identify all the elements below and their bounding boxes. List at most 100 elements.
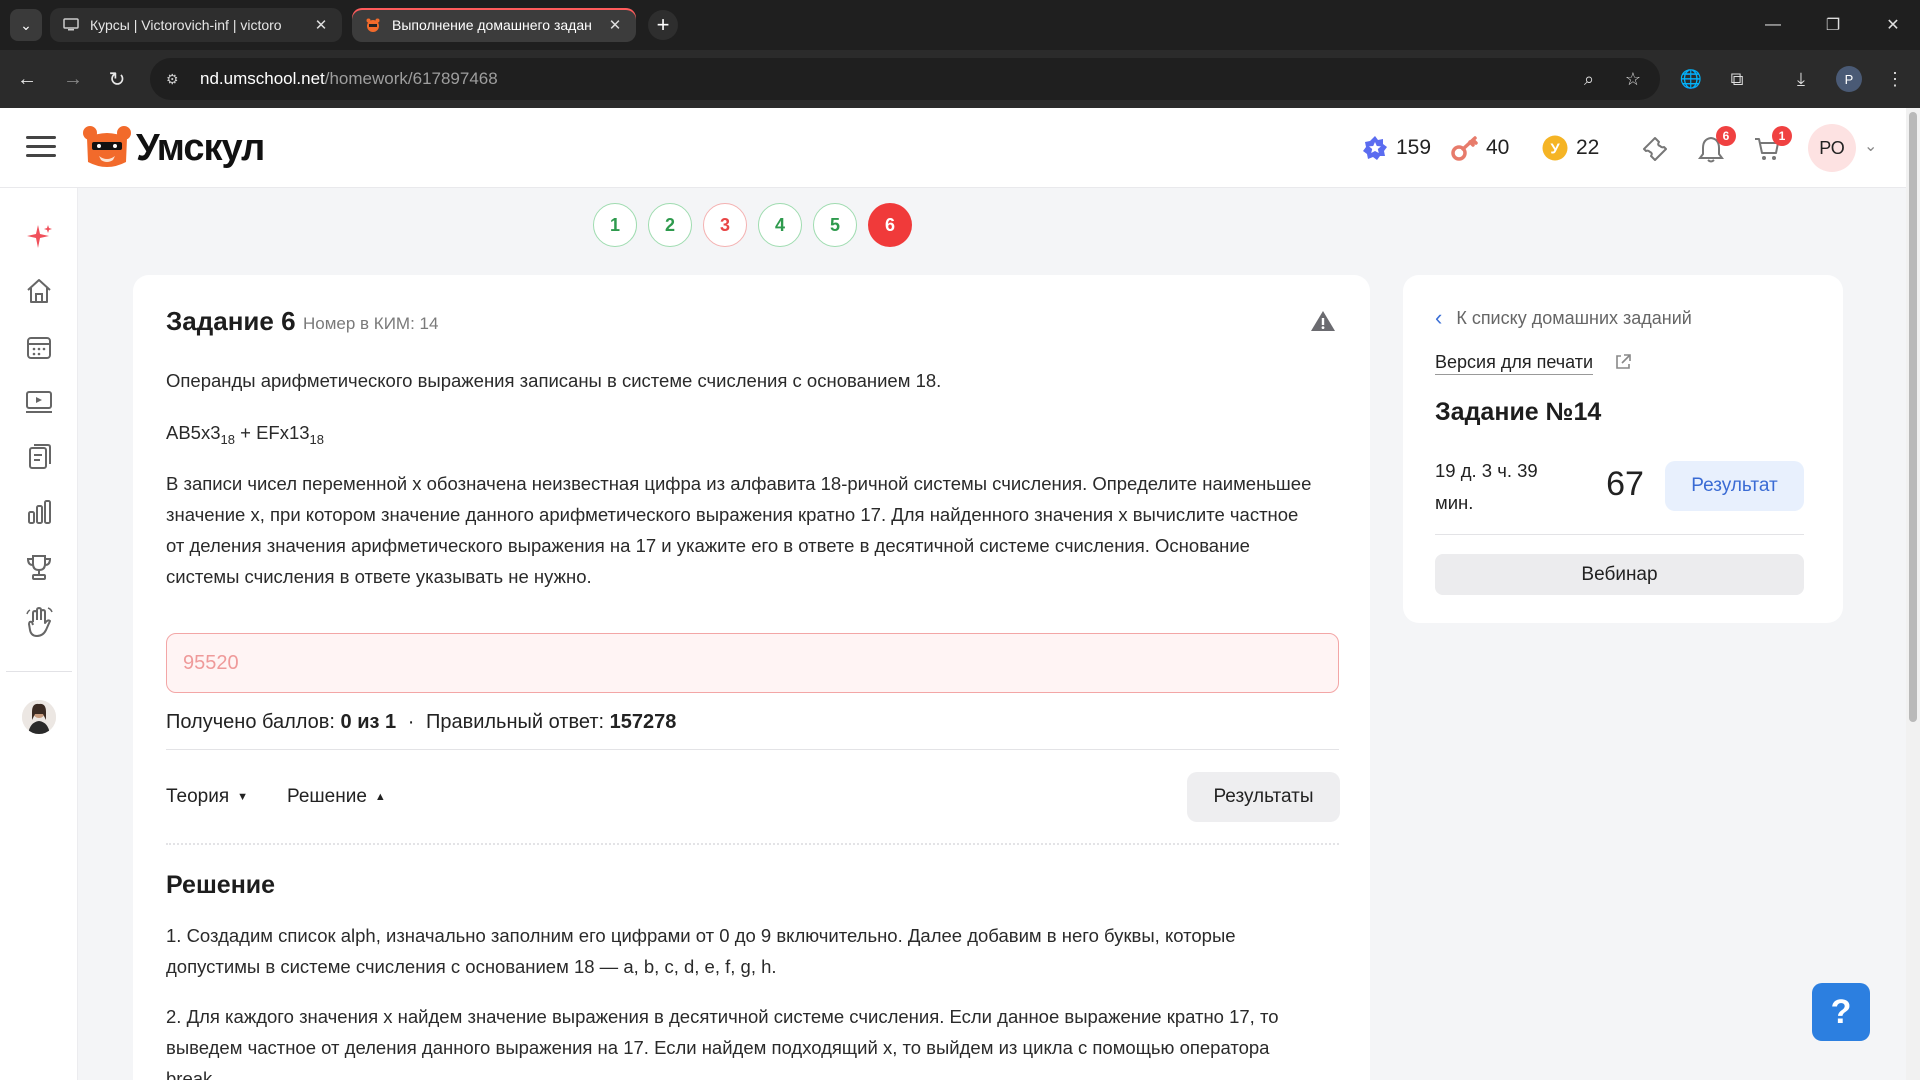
external-link-icon[interactable] xyxy=(1613,352,1633,372)
browser-chrome: ⌄ Курсы | Victorovich-inf | victoro ✕ Вы… xyxy=(0,0,1920,108)
question-nav-5[interactable]: 5 xyxy=(813,203,857,247)
browser-toolbar: ← → ↻ ⚙ nd.umschool.net/homework/6178974… xyxy=(0,50,1920,108)
kim-number: Номер в КИМ: 14 xyxy=(303,314,439,333)
results-button[interactable]: Результаты xyxy=(1187,772,1340,822)
caret-down-icon: ▼ xyxy=(237,791,249,803)
question-nav-3[interactable]: 3 xyxy=(703,203,747,247)
scrollbar-thumb[interactable] xyxy=(1909,112,1917,722)
question-nav-6[interactable]: 6 xyxy=(868,203,912,247)
stars-counter[interactable]: 159 xyxy=(1360,132,1431,164)
close-tab-icon[interactable]: ✕ xyxy=(312,16,330,34)
bell-icon[interactable]: 6 xyxy=(1694,126,1736,166)
close-tab-icon[interactable]: ✕ xyxy=(606,16,624,34)
answer-field[interactable]: 95520 xyxy=(166,633,1339,693)
svg-text:У: У xyxy=(1550,141,1560,158)
chevron-down-icon[interactable]: ⌄ xyxy=(1864,136,1877,156)
waving-hand-icon[interactable] xyxy=(22,605,56,639)
site-settings-icon[interactable]: ⚙ xyxy=(166,71,188,88)
reload-icon[interactable]: ↻ xyxy=(102,64,132,94)
divider xyxy=(1435,534,1804,535)
solution-toggle[interactable]: Решение ▲ xyxy=(287,786,386,808)
zoom-icon[interactable]: ⌕ xyxy=(1578,68,1600,90)
notifications-badge: 6 xyxy=(1716,126,1736,146)
webinar-button[interactable]: Вебинар xyxy=(1435,554,1804,595)
coin-icon: У xyxy=(1540,133,1570,163)
sidebar-divider xyxy=(6,671,72,672)
hamburger-menu-icon[interactable] xyxy=(26,136,56,158)
solution-step-2: 2. Для каждого значения x найдем значени… xyxy=(166,1006,1279,1080)
question-nav-1[interactable]: 1 xyxy=(593,203,637,247)
statistics-icon[interactable] xyxy=(22,495,56,529)
theory-toggle[interactable]: Теория ▼ xyxy=(166,786,248,808)
video-lessons-icon[interactable] xyxy=(22,385,56,419)
ticket-icon[interactable] xyxy=(1638,132,1672,166)
homework-score: 67 xyxy=(1606,465,1644,503)
new-tab-button[interactable]: + xyxy=(648,10,678,40)
browser-profile-avatar[interactable]: P xyxy=(1836,66,1862,92)
bear-favicon-icon xyxy=(364,16,382,34)
print-version-link[interactable]: Версия для печати xyxy=(1435,352,1594,375)
keys-counter[interactable]: 40 xyxy=(1450,132,1509,164)
tab-title: Выполнение домашнего задан xyxy=(392,17,592,33)
keys-count: 40 xyxy=(1486,136,1510,159)
dotted-divider xyxy=(166,843,1339,845)
user-avatar[interactable]: РО xyxy=(1808,124,1856,172)
site-header: Умскул 159 40 У 22 6 1 РО ⌄ xyxy=(0,108,1906,188)
score-summary: Получено баллов: 0 из 1 · Правильный отв… xyxy=(166,711,677,733)
star-badge-icon xyxy=(1360,133,1390,163)
back-to-homework-list-link[interactable]: ‹ К списку домашних заданий xyxy=(1435,305,1692,331)
logo-text: Умскул xyxy=(136,126,265,169)
time-remaining: 19 д. 3 ч. 39 мин. xyxy=(1435,460,1538,513)
monitor-favicon-icon xyxy=(62,16,80,34)
cart-badge: 1 xyxy=(1772,126,1792,146)
help-button[interactable]: ? xyxy=(1812,983,1870,1041)
left-sidebar xyxy=(0,188,78,1080)
bear-logo-icon xyxy=(83,126,131,167)
chevron-left-icon: ‹ xyxy=(1435,305,1443,330)
tab-search-chevron-icon[interactable]: ⌄ xyxy=(10,9,42,41)
extensions-puzzle-icon[interactable]: ⧉ xyxy=(1722,64,1752,94)
umschool-logo[interactable]: Умскул xyxy=(82,122,265,174)
divider xyxy=(166,749,1339,750)
coins-count: 22 xyxy=(1576,136,1600,159)
url-text: nd.umschool.net/homework/617897468 xyxy=(200,69,498,88)
caret-up-icon: ▲ xyxy=(374,791,386,803)
task-body: В записи чисел переменной x обозначена н… xyxy=(166,473,1312,587)
close-window-icon[interactable]: ✕ xyxy=(1870,10,1916,40)
download-icon[interactable]: ⤓ xyxy=(1786,64,1816,94)
bookmark-star-icon[interactable]: ☆ xyxy=(1622,68,1644,90)
address-bar[interactable]: ⚙ nd.umschool.net/homework/617897468 ⌕ ☆ xyxy=(150,58,1660,100)
tab-title: Курсы | Victorovich-inf | victoro xyxy=(90,17,282,33)
trophy-icon[interactable] xyxy=(22,550,56,584)
minimize-icon[interactable]: — xyxy=(1750,10,1796,40)
homework-title: Задание №14 xyxy=(1435,398,1602,426)
task-card: Задание 6 Номер в КИМ: 14 Операнды арифм… xyxy=(133,275,1370,1080)
key-icon xyxy=(1450,133,1480,163)
tab-strip: ⌄ Курсы | Victorovich-inf | victoro ✕ Вы… xyxy=(0,0,1920,50)
cart-icon[interactable]: 1 xyxy=(1750,126,1792,166)
question-nav-4[interactable]: 4 xyxy=(758,203,802,247)
curator-avatar[interactable] xyxy=(22,700,56,734)
question-nav-2[interactable]: 2 xyxy=(648,203,692,247)
home-icon[interactable] xyxy=(22,274,56,308)
result-button[interactable]: Результат xyxy=(1665,461,1804,511)
stars-count: 159 xyxy=(1396,136,1432,159)
translate-globe-icon[interactable]: 🌐 xyxy=(1676,64,1706,94)
back-arrow-icon[interactable]: ← xyxy=(12,64,42,94)
solution-step-1: 1. Создадим список alph, изначально запо… xyxy=(166,925,1236,977)
report-warning-icon[interactable] xyxy=(1310,309,1336,333)
task-expression: AB5x318 + EFx1318 xyxy=(166,422,325,447)
homework-info-panel: ‹ К списку домашних заданий Версия для п… xyxy=(1403,275,1843,623)
restore-icon[interactable]: ❐ xyxy=(1810,10,1856,40)
calendar-icon[interactable] xyxy=(22,330,56,364)
forward-arrow-icon[interactable]: → xyxy=(58,64,88,94)
coins-counter[interactable]: У 22 xyxy=(1540,132,1599,164)
task-title: Задание 6 xyxy=(166,306,296,336)
task-intro: Операнды арифметического выражения запис… xyxy=(166,370,942,391)
tab-courses[interactable]: Курсы | Victorovich-inf | victoro ✕ xyxy=(50,8,342,42)
sparkle-ai-icon[interactable] xyxy=(22,220,56,254)
solution-title: Решение xyxy=(166,871,276,899)
browser-menu-icon[interactable]: ⋮ xyxy=(1880,64,1910,94)
tab-homework[interactable]: Выполнение домашнего задан ✕ xyxy=(352,8,636,42)
homework-icon[interactable] xyxy=(22,440,56,474)
